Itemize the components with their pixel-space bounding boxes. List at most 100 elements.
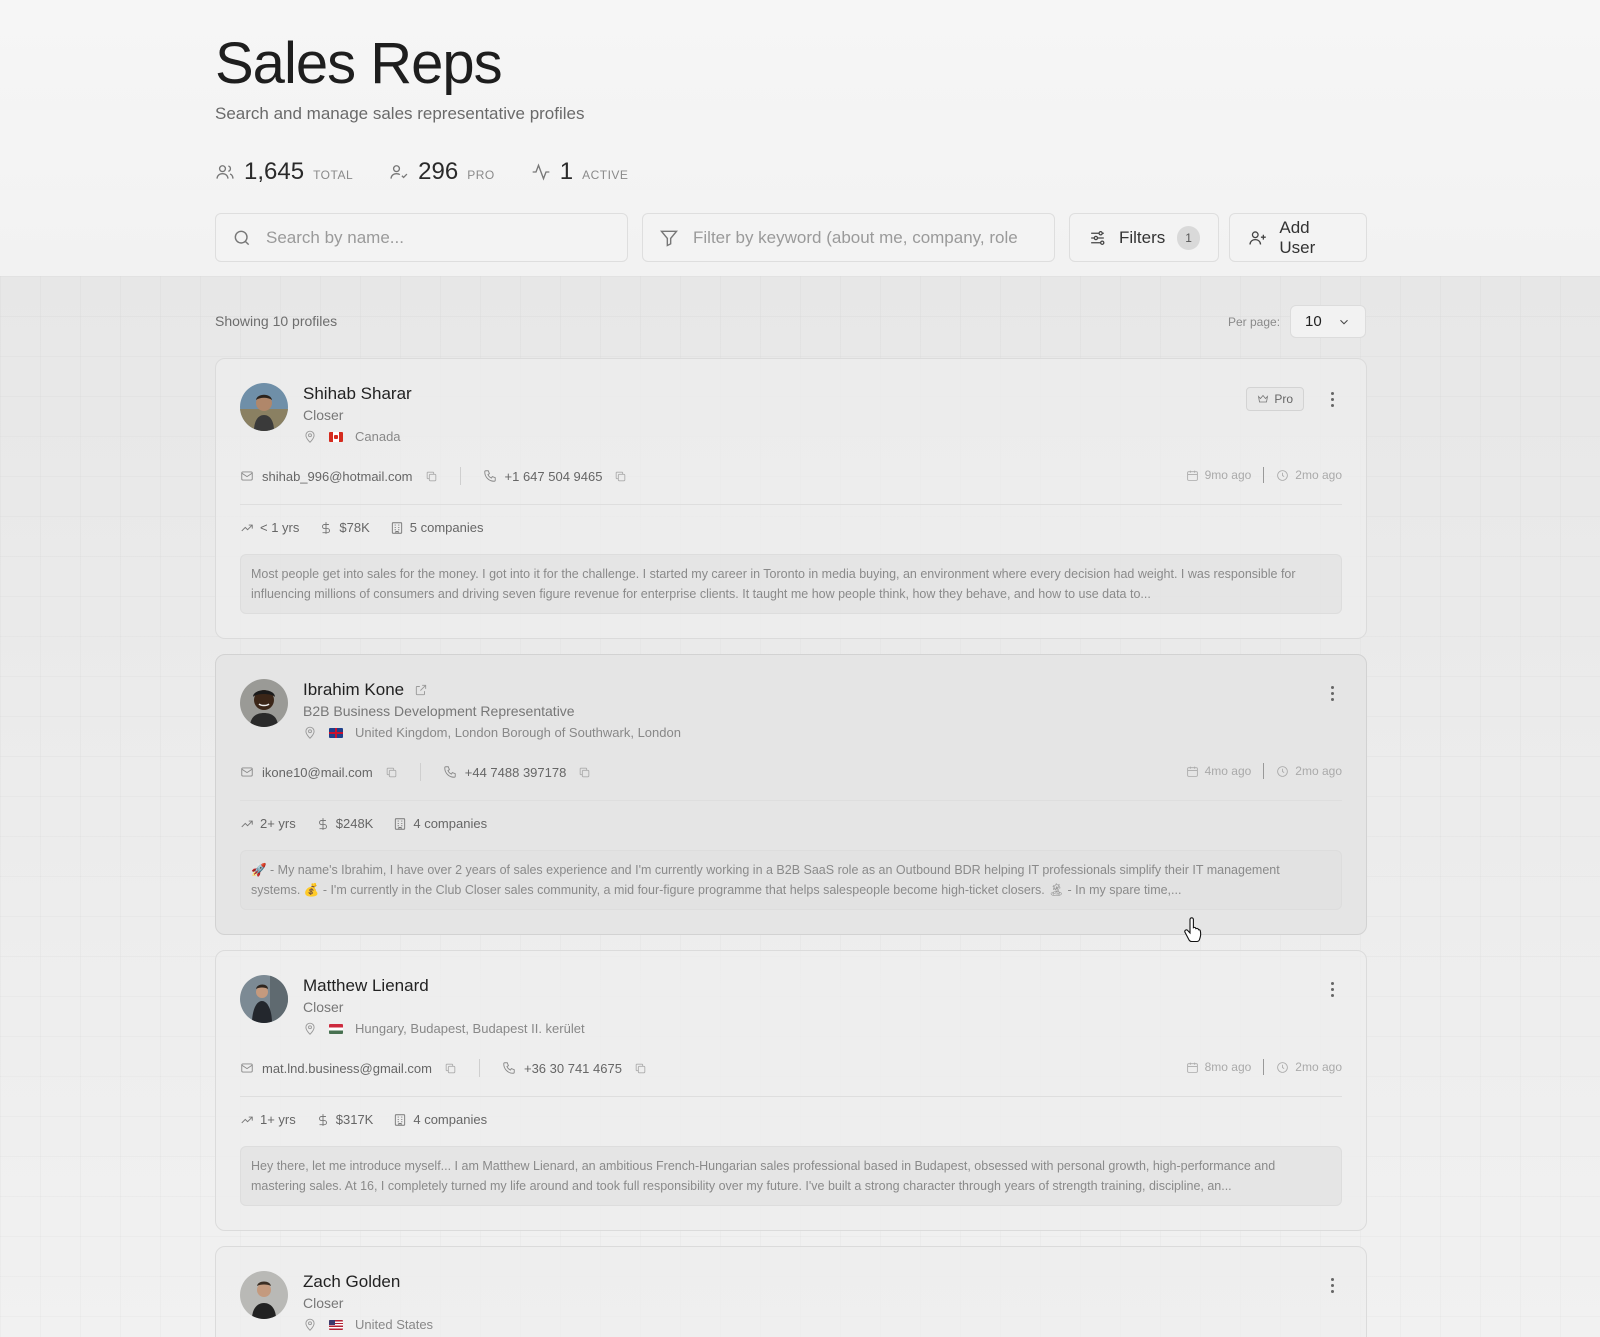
flag-canada-icon — [329, 431, 343, 442]
clock-icon — [1277, 1061, 1289, 1073]
mail-icon — [241, 1063, 253, 1073]
pro-badge: Pro — [1246, 387, 1304, 411]
user-plus-icon — [1249, 230, 1266, 245]
mail-icon — [241, 471, 253, 481]
building-icon — [395, 1113, 406, 1126]
clock-icon — [1277, 765, 1289, 777]
copy-icon[interactable] — [578, 766, 591, 779]
profile-card[interactable]: Shihab Sharar Closer Canada Pro shihab_9… — [215, 358, 1367, 639]
trending-up-icon — [241, 524, 253, 531]
map-pin-icon — [305, 1318, 315, 1331]
search-box[interactable] — [215, 213, 628, 262]
copy-icon[interactable] — [425, 470, 438, 483]
email-text[interactable]: ikone10@mail.com — [262, 765, 373, 780]
flag-us-icon — [329, 1319, 343, 1330]
experience-metric: < 1 yrs — [240, 520, 299, 535]
last-active: 2mo ago — [1295, 764, 1342, 778]
about-text: Hey there, let me introduce myself... I … — [240, 1146, 1342, 1206]
external-link-icon[interactable] — [414, 683, 428, 697]
stat-total-label: TOTAL — [313, 168, 354, 182]
more-options-button[interactable] — [1322, 389, 1342, 409]
contact-row: shihab_996@hotmail.com +1 647 504 9465 — [240, 467, 627, 485]
about-text: 🚀 - My name's Ibrahim, I have over 2 yea… — [240, 850, 1342, 910]
card-actions: Pro — [1246, 387, 1342, 411]
mail-icon — [241, 767, 253, 777]
sliders-icon — [1091, 230, 1105, 245]
profile-role: B2B Business Development Representative — [303, 703, 575, 719]
activity-icon — [532, 163, 550, 181]
more-options-button[interactable] — [1322, 683, 1342, 703]
toolbar: Filters 1 Add User — [215, 213, 1367, 262]
divider — [1263, 763, 1265, 779]
profile-card[interactable]: Ibrahim Kone B2B Business Development Re… — [215, 654, 1367, 935]
earnings-value: $248K — [335, 816, 374, 831]
profile-card[interactable]: Zach Golden Closer United States — [215, 1246, 1367, 1337]
last-active: 2mo ago — [1295, 1060, 1342, 1074]
more-options-button[interactable] — [1322, 1275, 1342, 1295]
metrics-row: 1+ yrs $317K 4 companies — [240, 1112, 487, 1127]
stat-active-value: 1 — [559, 158, 574, 185]
companies-value: 4 companies — [413, 816, 488, 831]
profile-location: Hungary, Budapest, Budapest II. kerület — [303, 1021, 585, 1036]
map-pin-icon — [305, 726, 315, 739]
companies-metric: 4 companies — [393, 816, 487, 831]
phone-text[interactable]: +36 30 741 4675 — [524, 1061, 622, 1076]
earnings-metric: $317K — [316, 1112, 373, 1127]
clock-icon — [1277, 469, 1289, 481]
stat-total: 1,645 TOTAL — [215, 158, 353, 186]
profile-name[interactable]: Matthew Lienard — [303, 976, 429, 996]
keyword-filter-box[interactable] — [642, 213, 1055, 262]
phone-text[interactable]: +1 647 504 9465 — [505, 469, 603, 484]
dollar-icon — [318, 817, 327, 830]
phone-icon — [483, 470, 496, 482]
phone-icon — [444, 766, 456, 778]
more-options-button[interactable] — [1322, 979, 1342, 999]
profile-name[interactable]: Ibrahim Kone — [303, 680, 404, 700]
earnings-metric: $248K — [316, 816, 374, 831]
pro-badge-label: Pro — [1274, 392, 1293, 406]
flag-uk-icon — [329, 727, 343, 738]
metrics-row: 2+ yrs $248K 4 companies — [240, 816, 487, 831]
avatar — [240, 679, 288, 727]
showing-count: Showing 10 profiles — [215, 313, 338, 329]
copy-icon[interactable] — [444, 1062, 457, 1075]
experience-metric: 1+ yrs — [240, 1112, 296, 1127]
search-input[interactable] — [266, 227, 606, 248]
about-text: Most people get into sales for the money… — [240, 554, 1342, 614]
map-pin-icon — [305, 1022, 315, 1035]
profile-location: United States — [303, 1317, 433, 1332]
keyword-filter-input[interactable] — [693, 227, 1033, 248]
card-actions — [1322, 683, 1342, 703]
joined-date: 9mo ago — [1204, 468, 1252, 482]
copy-icon[interactable] — [634, 1062, 647, 1075]
phone-text[interactable]: +44 7488 397178 — [465, 765, 567, 780]
search-icon — [234, 230, 250, 245]
per-page-control: Per page: 10 — [1228, 305, 1367, 338]
page-subtitle: Search and manage sales representative p… — [215, 104, 585, 123]
email-text[interactable]: shihab_996@hotmail.com — [262, 469, 413, 484]
calendar-icon — [1186, 1062, 1198, 1073]
page-title: Sales Reps — [215, 31, 503, 96]
filters-button[interactable]: Filters 1 — [1069, 213, 1219, 262]
experience-metric: 2+ yrs — [240, 816, 296, 831]
building-icon — [391, 521, 402, 534]
last-active: 2mo ago — [1295, 468, 1342, 482]
stat-pro-value: 296 — [418, 158, 459, 185]
per-page-select[interactable]: 10 — [1290, 305, 1367, 338]
email-text[interactable]: mat.lnd.business@gmail.com — [262, 1061, 432, 1076]
copy-icon[interactable] — [385, 766, 398, 779]
card-divider — [240, 504, 1342, 505]
profile-card[interactable]: Matthew Lienard Closer Hungary, Budapest… — [215, 950, 1367, 1231]
copy-icon[interactable] — [614, 470, 627, 483]
card-actions — [1322, 979, 1342, 999]
name-row: Matthew Lienard — [303, 976, 429, 996]
stat-active-label: ACTIVE — [582, 168, 629, 182]
flag-hungary-icon — [329, 1023, 343, 1034]
profile-name[interactable]: Zach Golden — [303, 1272, 400, 1292]
stat-pro: 296 PRO — [389, 158, 495, 186]
add-user-button[interactable]: Add User — [1229, 213, 1367, 262]
profile-name[interactable]: Shihab Sharar — [303, 384, 412, 404]
card-actions — [1322, 1275, 1342, 1295]
earnings-value: $78K — [339, 520, 370, 535]
experience-value: 2+ yrs — [260, 816, 296, 831]
